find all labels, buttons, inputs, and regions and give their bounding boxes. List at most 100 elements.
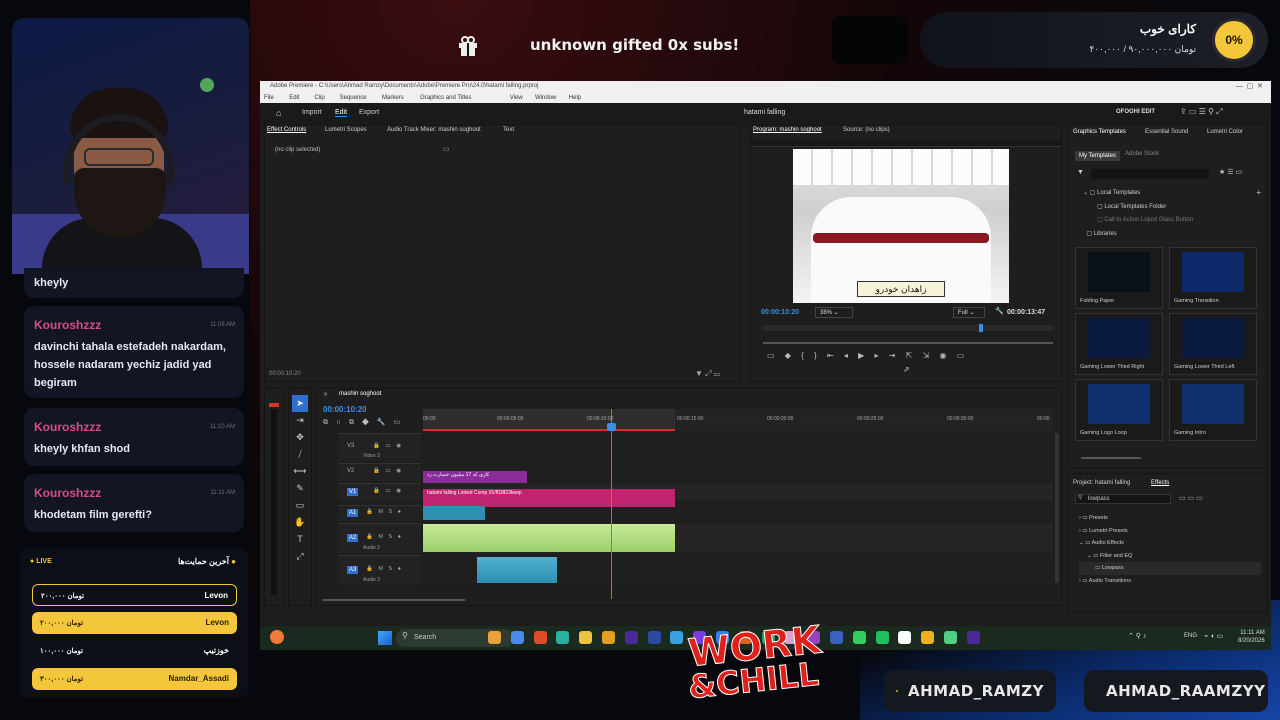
taskbar-app-icon[interactable] (602, 631, 615, 644)
taskbar-app-icon[interactable] (510, 631, 524, 644)
resolution-dropdown[interactable]: Full ⌄ (953, 307, 985, 318)
tree-item[interactable]: ▢ Call to Action Liquid Glass Button (1083, 214, 1193, 228)
taskbar-app-icon[interactable] (579, 631, 593, 644)
workspace-name[interactable]: OFOGHI EDIT (1116, 109, 1155, 115)
tool-icon[interactable]: ▭ (292, 497, 308, 514)
tab-program[interactable]: Program: mashin soghoot (753, 127, 822, 133)
tool-icon[interactable]: ⇥ (292, 412, 308, 429)
tab-graphics-templates[interactable]: Graphics Templates (1073, 129, 1126, 135)
tool-icon[interactable]: ⟷ (292, 463, 308, 480)
add-icon[interactable]: + (1256, 188, 1261, 197)
header-icons[interactable]: ⇪ ▭ ☰ ⚲ ⤢ (1180, 107, 1223, 117)
taskbar-app-icon[interactable] (488, 631, 501, 644)
tab-effects[interactable]: Effects (1151, 480, 1169, 486)
menu-item[interactable]: Markers (382, 95, 404, 101)
wrench-icon[interactable]: 🔧 (995, 307, 1004, 315)
track-controls[interactable]: 🔒 M S ● (323, 566, 403, 572)
tab-left[interactable]: Lumetri Scopes (325, 127, 367, 133)
template-card[interactable]: Gaming Logo Loop (1075, 379, 1163, 441)
tree-item[interactable]: ▢ Local Templates Folder (1083, 201, 1193, 215)
track-controls[interactable]: 🔒 ▭ ◉ (323, 468, 403, 474)
template-card[interactable]: Gaming Lower Third Right (1075, 313, 1163, 375)
window-controls[interactable]: — ▢ ✕ (1236, 82, 1263, 90)
tree-item[interactable]: ▢ Libraries (1083, 228, 1193, 242)
audio-clip-a1[interactable] (423, 506, 485, 520)
playhead-handle[interactable] (607, 423, 616, 431)
tree-item[interactable]: › ▭ Lumetri Presets (1079, 525, 1261, 538)
menu-item[interactable]: File (264, 95, 274, 101)
network-icon[interactable]: ⌁ ◖ ▭ (1204, 632, 1223, 640)
track-lane[interactable] (423, 505, 1053, 521)
tree-item[interactable]: › ▭ Presets (1079, 512, 1261, 525)
menu-item[interactable]: Graphics and Titles (420, 95, 471, 101)
nav-import[interactable]: Import (302, 109, 322, 116)
menu-item[interactable]: Help (569, 95, 581, 101)
taskbar-app-icon[interactable] (898, 631, 912, 644)
timeline-toolbar[interactable]: ⧉ ∩ ⧉ ◆ 🔧 ▭ (323, 418, 403, 427)
track-controls[interactable]: 🔒 ▭ ◉ (323, 443, 403, 449)
track-controls[interactable]: 🔒 ▭ ◉ (323, 488, 403, 494)
tab-my-templates[interactable]: My Templates (1075, 151, 1120, 161)
video-clip-v1[interactable]: hatami falling Linked Comp 01/ff18f23kee… (423, 489, 675, 507)
taskbar-app-icon[interactable] (830, 631, 843, 644)
tree-item[interactable]: ⌄ ▭ Filter and EQ (1079, 550, 1261, 563)
transport-controls[interactable]: ▭ ◆ { } ⇤ ◂ ▶ ▸ ⇥ ⇱ ⇲ ◉ ▭ (767, 351, 968, 360)
template-card[interactable]: Gaming Transition (1169, 247, 1257, 309)
widgets-icon[interactable] (270, 630, 284, 644)
thumbnail-size-slider[interactable] (1081, 457, 1141, 459)
track-controls[interactable]: 🔒 M S ● (323, 509, 403, 515)
tab-left[interactable]: Audio Track Mixer: mashin soghoot (387, 127, 481, 133)
filter-icon[interactable]: ▼ ⤢ ▭ (695, 369, 720, 379)
menu-item[interactable]: Window (535, 95, 556, 101)
close-icon[interactable]: ✕ (323, 391, 328, 398)
tool-icon[interactable]: ✋ (292, 514, 308, 531)
monitor-scrubber[interactable] (763, 324, 1053, 332)
system-tray[interactable]: ⌃ ⚲ ♪ (1128, 632, 1146, 640)
language-indicator[interactable]: ENG (1184, 633, 1197, 639)
nav-edit[interactable]: Edit (335, 109, 348, 117)
tool-icon[interactable]: T (292, 531, 308, 548)
tab-source[interactable]: Source: (no clips) (843, 127, 890, 133)
template-card[interactable]: Gaming Lower Third Left (1169, 313, 1257, 375)
tree-item[interactable]: ⌄ ▢ Local Templates (1083, 187, 1193, 201)
taskbar-app-icon[interactable] (944, 631, 957, 644)
zoom-dropdown[interactable]: 38% ⌄ (815, 307, 853, 318)
audio-clip-a2[interactable] (423, 524, 675, 552)
clock[interactable]: 11:11 AM 8/20/2026 (1238, 629, 1265, 645)
track-lane[interactable] (423, 433, 1053, 461)
tab-essential-sound[interactable]: Essential Sound (1145, 129, 1188, 135)
template-card[interactable]: Gaming Intro (1169, 379, 1257, 441)
start-icon[interactable] (378, 631, 392, 645)
taskbar-app-icon[interactable] (921, 631, 935, 644)
tool-icon[interactable]: ✎ (292, 480, 308, 497)
track-controls[interactable]: 🔒 M S ● (323, 534, 403, 540)
menu-item[interactable]: Edit (289, 95, 299, 101)
menu-item[interactable]: Sequence (340, 95, 367, 101)
tool-icon[interactable]: ✥ (292, 429, 308, 446)
tool-icon[interactable]: ⧸ (292, 446, 308, 463)
tool-icon[interactable]: ⤢ (292, 548, 308, 565)
taskbar-app-icon[interactable] (533, 631, 547, 644)
taskbar-app-icon[interactable] (647, 631, 661, 644)
nav-export[interactable]: Export (359, 109, 379, 116)
taskbar-app-icon[interactable] (624, 631, 638, 644)
tree-item-lowpass[interactable]: ▭ Lowpass (1079, 562, 1261, 575)
video-clip-v2[interactable]: کاری که 17 میلیون خسارت زد (423, 471, 527, 483)
vertical-scrollbar[interactable] (1055, 433, 1059, 583)
effects-toolbar-icons[interactable]: ▭ ▭ ▭ (1179, 494, 1203, 502)
tab-lumetri-color[interactable]: Lumetri Color (1207, 129, 1243, 135)
sequence-tab[interactable]: mashin soghoot (339, 391, 381, 397)
timeline-zoom-bar[interactable] (323, 599, 465, 601)
tab-project[interactable]: Project: hatami falling (1073, 480, 1130, 486)
tab-adobe-stock[interactable]: Adobe Stock (1125, 151, 1159, 157)
menu-item[interactable]: View (510, 95, 523, 101)
tree-item[interactable]: ⌄ ▭ Audio Effects (1079, 537, 1261, 550)
taskbar-app-icon[interactable] (875, 631, 889, 644)
taskbar-app-icon[interactable] (670, 631, 684, 644)
filter-icon[interactable]: ▼ (1077, 169, 1084, 176)
tree-item[interactable]: › ▭ Audio Transitions (1079, 575, 1261, 588)
audio-clip-a3[interactable] (477, 557, 557, 583)
tab-left[interactable]: Effect Controls (267, 127, 306, 133)
menu-item[interactable]: Clip (314, 95, 324, 101)
export-frame-icon[interactable]: ⇗ (903, 365, 910, 374)
